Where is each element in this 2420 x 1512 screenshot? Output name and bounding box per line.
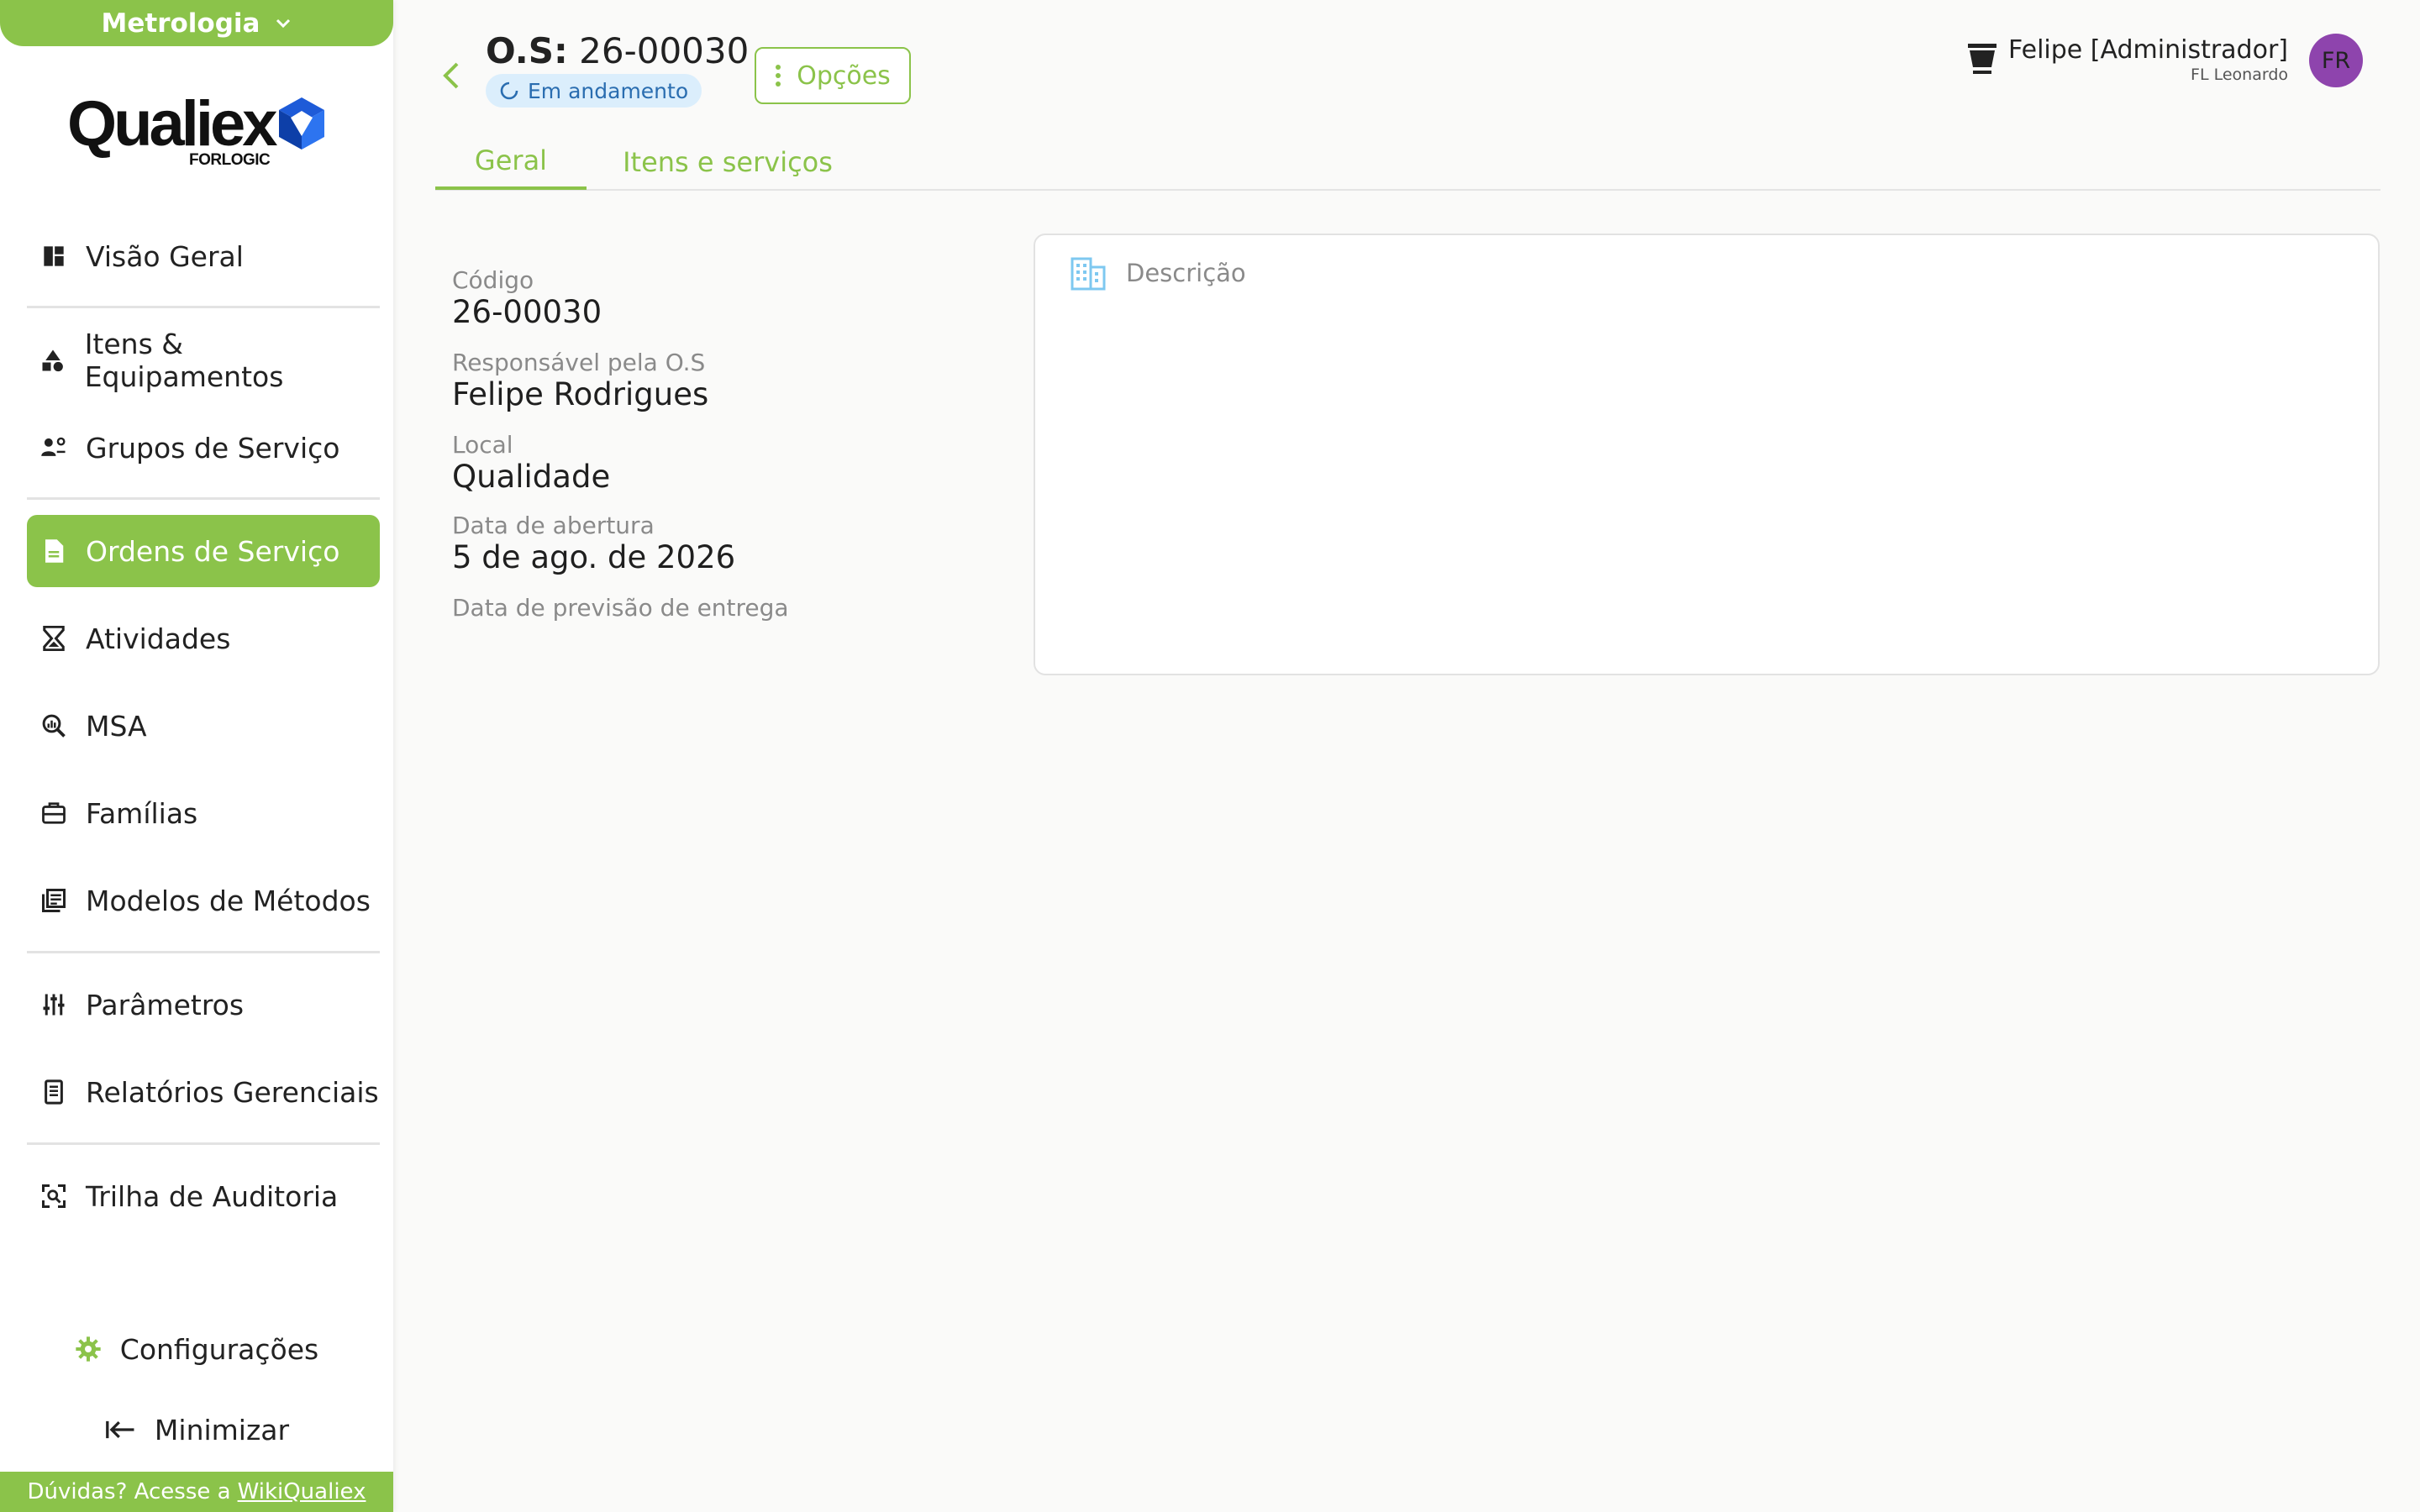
sidebar-divider	[27, 497, 380, 500]
tab-geral[interactable]: Geral	[435, 134, 587, 190]
local-label: Local	[452, 431, 513, 459]
codigo-label: Código	[452, 266, 534, 294]
toolbox-icon	[39, 798, 69, 828]
gear-icon	[76, 1336, 101, 1362]
sidebar: Metrologia Qualiex FORLOGIC Visão Geral …	[0, 0, 393, 1512]
coffee-cup-icon[interactable]	[1965, 40, 2000, 79]
description-card: Descrição	[1034, 234, 2380, 675]
sidebar-item-relatorios-gerenciais[interactable]: Relatórios Gerenciais	[27, 1056, 380, 1128]
options-label: Opções	[797, 60, 891, 91]
sidebar-item-trilha-auditoria[interactable]: Trilha de Auditoria	[27, 1160, 380, 1232]
sidebar-item-label: Relatórios Gerenciais	[86, 1075, 379, 1109]
hourglass-icon	[39, 623, 69, 654]
tab-itens-servicos[interactable]: Itens e serviços	[613, 134, 842, 190]
sidebar-item-label: Modelos de Métodos	[86, 884, 371, 917]
minimize-label: Minimizar	[154, 1413, 290, 1446]
logo-wordmark: Qualiex	[67, 88, 278, 160]
sidebar-item-label: Parâmetros	[86, 988, 245, 1021]
qualiex-logo: Qualiex FORLOGIC	[67, 91, 336, 171]
sidebar-item-itens-equipamentos[interactable]: Itens & Equipamentos	[27, 324, 380, 396]
description-label: Descrição	[1126, 259, 1246, 287]
shapes-icon	[39, 345, 68, 375]
sidebar-item-label: Ordens de Serviço	[86, 534, 340, 568]
sidebar-item-modelos-metodos[interactable]: Modelos de Métodos	[27, 864, 380, 937]
magnify-chart-icon	[39, 711, 69, 741]
sidebar-item-atividades[interactable]: Atividades	[27, 602, 380, 675]
sidebar-item-grupos-servico[interactable]: Grupos de Serviço	[27, 412, 380, 484]
audit-scan-icon	[39, 1181, 69, 1211]
sidebar-divider	[27, 951, 380, 953]
logo-subtext: FORLOGIC	[189, 151, 271, 169]
sidebar-item-label: MSA	[86, 709, 147, 743]
page-title-prefix: O.S:	[486, 30, 568, 71]
library-icon	[39, 885, 69, 916]
local-value: Qualidade	[452, 459, 611, 495]
sidebar-item-familias[interactable]: Famílias	[27, 777, 380, 849]
user-name: Felipe [Administrador]	[2008, 35, 2288, 65]
wiki-link[interactable]: WikiQualiex	[238, 1479, 366, 1504]
sidebar-item-visao-geral[interactable]: Visão Geral	[27, 220, 380, 292]
responsavel-value: Felipe Rodrigues	[452, 376, 709, 412]
settings-label: Configurações	[119, 1332, 319, 1366]
logo-cube-icon	[279, 97, 324, 150]
module-switcher[interactable]: Metrologia	[0, 0, 393, 46]
user-organization: FL Leonardo	[2191, 66, 2288, 84]
sidebar-item-ordens-servico[interactable]: Ordens de Serviço	[27, 515, 380, 587]
dashboard-icon	[39, 241, 69, 271]
chevron-down-icon	[276, 18, 291, 28]
status-label: Em andamento	[528, 78, 689, 103]
data-abertura-value: 5 de ago. de 2026	[452, 539, 736, 575]
sidebar-item-label: Trilha de Auditoria	[86, 1179, 339, 1213]
sidebar-item-label: Grupos de Serviço	[86, 431, 340, 465]
options-button[interactable]: Opções	[755, 47, 911, 104]
data-abertura-label: Data de abertura	[452, 512, 655, 539]
minimize-button[interactable]: Minimizar	[0, 1404, 393, 1455]
module-switcher-label: Metrologia	[101, 8, 260, 39]
responsavel-label: Responsável pela O.S	[452, 349, 706, 376]
progress-spinner-icon	[500, 81, 518, 100]
sliders-icon	[39, 990, 69, 1020]
settings-button[interactable]: Configurações	[0, 1324, 393, 1374]
data-previsao-label: Data de previsão de entrega	[452, 594, 789, 622]
sidebar-item-label: Famílias	[86, 796, 198, 830]
document-icon	[39, 536, 69, 566]
sidebar-item-msa[interactable]: MSA	[27, 690, 380, 762]
building-icon	[1071, 257, 1106, 291]
sidebar-item-parametros[interactable]: Parâmetros	[27, 969, 380, 1041]
sidebar-item-label: Atividades	[86, 622, 231, 655]
report-icon	[39, 1077, 69, 1107]
page-title-number: 26-00030	[579, 30, 750, 71]
more-vertical-icon	[776, 65, 781, 87]
page-title: O.S: 26-00030	[486, 30, 749, 71]
sidebar-divider	[27, 306, 380, 308]
codigo-value: 26-00030	[452, 294, 602, 330]
help-text: Dúvidas? Acesse a	[27, 1479, 231, 1504]
sidebar-item-label: Visão Geral	[86, 239, 244, 273]
group-settings-icon	[39, 433, 69, 463]
avatar[interactable]: FR	[2309, 34, 2363, 87]
status-badge: Em andamento	[486, 74, 702, 108]
collapse-left-icon	[106, 1420, 134, 1439]
sidebar-divider	[27, 1142, 380, 1145]
help-bar: Dúvidas? Acesse a WikiQualiex	[0, 1472, 393, 1512]
back-arrow-icon[interactable]	[437, 59, 467, 92]
sidebar-item-label: Itens & Equipamentos	[84, 328, 284, 393]
